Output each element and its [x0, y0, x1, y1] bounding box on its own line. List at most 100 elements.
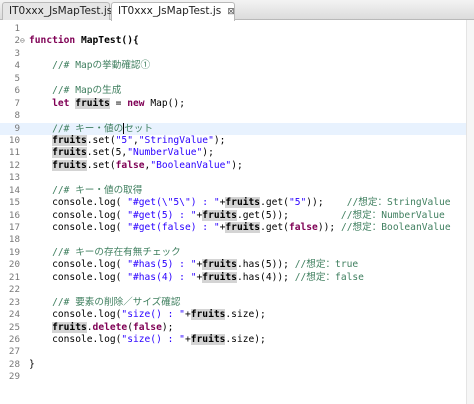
line-number: 12 [8, 159, 20, 171]
code-token: false [288, 222, 318, 233]
occurrence-highlight: fruits [52, 134, 87, 146]
code-token: "size() : " [121, 309, 185, 321]
code-line[interactable]: 9 //# キー・値のセット [0, 122, 474, 136]
code-token: //# キー・値の取得 [29, 184, 143, 196]
line-number: 15 [8, 197, 20, 209]
line-number: 22 [8, 284, 20, 296]
fold-toggle-icon[interactable]: ⊖ [20, 35, 26, 47]
line-number: 2 [14, 35, 20, 47]
code-token: ); [161, 321, 174, 333]
code-text: console.log( "#get(\"5\") : "+fruits.get… [29, 197, 451, 209]
code-token: "5" [115, 134, 133, 146]
line-number: 14 [8, 184, 20, 196]
code-line[interactable]: 5 [0, 73, 474, 85]
line-number: 7 [14, 97, 20, 109]
code-token: "NumberValue" [127, 147, 203, 159]
code-line[interactable]: 23 //# 要素の削除／サイズ確認 [0, 297, 474, 309]
code-token: "#has(5) : " [127, 259, 197, 271]
code-line[interactable]: 25 fruits.delete(false); [0, 321, 474, 334]
code-line[interactable]: 3 [0, 48, 474, 60]
code-token: .has(5)); [236, 259, 295, 271]
code-text: console.log( "#has(5) : "+fruits.has(5))… [29, 259, 358, 271]
code-token: console.log( [29, 222, 128, 233]
code-token: //# 要素の削除／サイズ確認 [29, 296, 181, 308]
code-token: } [29, 358, 35, 370]
code-line[interactable]: 13 [0, 172, 474, 184]
tab-js-file[interactable]: IT0xxx_JsMapTest.js ⊠ [111, 2, 235, 21]
line-number: 21 [8, 271, 20, 283]
code-line[interactable]: 27 [0, 346, 474, 358]
code-line[interactable]: 11 fruits.set(5,"NumberValue"); [0, 147, 474, 159]
code-text: fruits.set("5","StringValue"); [29, 134, 225, 147]
code-line[interactable]: 14 //# キー・値の取得 [0, 185, 474, 197]
code-line[interactable]: 18 [0, 234, 474, 246]
code-text: fruits.set(false,"BooleanValue"); [29, 159, 243, 172]
code-token: console.log( [29, 333, 122, 345]
code-token: //想定：BooleanValue [340, 222, 451, 233]
code-line[interactable]: 16 console.log( "#get(5) : "+fruits.get(… [0, 209, 474, 222]
code-line[interactable]: 28} [0, 359, 474, 371]
code-line[interactable]: 15 console.log( "#get(\"5\") : "+fruits.… [0, 197, 474, 209]
code-token: new [127, 97, 151, 109]
code-editor[interactable]: 1 2 ⊖ function MapTest(){3 4 //# Mapの挙動確認① 5 6… [0, 20, 474, 404]
tab-jsp-file[interactable]: IT0xxx_JsMapTest.jsp [2, 2, 119, 20]
code-line[interactable]: 7 let fruits = new Map(); [0, 97, 474, 110]
code-token: .set( [86, 159, 116, 171]
occurrence-highlight: fruits [202, 209, 237, 221]
code-text: //# Mapの挙動確認① [29, 60, 150, 72]
occurrence-highlight: fruits [75, 97, 110, 109]
code-token: = [109, 97, 128, 109]
code-token: ); [202, 147, 214, 159]
code-token: .size); [225, 333, 266, 345]
close-icon[interactable]: ⊠ [227, 7, 235, 17]
code-line[interactable]: 8 [0, 110, 474, 122]
line-number: 23 [8, 296, 20, 308]
line-number: 28 [8, 358, 20, 370]
code-lines: 1 2 ⊖ function MapTest(){3 4 //# Mapの挙動確認① 5 6… [0, 23, 474, 384]
code-token: console.log( [29, 209, 128, 221]
code-token: //# キー・値の [29, 123, 124, 134]
code-token: "BooleanValue" [150, 159, 232, 171]
tab-label: IT0xxx_JsMapTest.js [118, 5, 222, 17]
editor-tab-bar: IT0xxx_JsMapTest.jsp IT0xxx_JsMapTest.js… [0, 0, 474, 21]
code-line[interactable]: 4 //# Mapの挙動確認① [0, 60, 474, 72]
code-token: )); [306, 197, 347, 209]
code-text: console.log( "#get(false) : "+fruits.get… [29, 222, 451, 234]
code-token: Map(); [150, 97, 185, 109]
code-text: //# キー・値のセット [29, 122, 153, 136]
line-number: 29 [8, 371, 20, 383]
code-token: let [52, 97, 76, 109]
code-line[interactable]: 22 [0, 284, 474, 296]
code-token: )); [317, 222, 341, 233]
code-line[interactable]: 19 //# キーの存在有無チェック [0, 247, 474, 259]
code-token: .size); [225, 309, 266, 321]
code-token: console.log( [29, 271, 128, 283]
code-text: let fruits = new Map(); [29, 97, 185, 110]
code-text: //# 要素の削除／サイズ確認 [29, 297, 180, 309]
code-text: console.log("size() : "+fruits.size); [29, 309, 266, 321]
code-line[interactable]: 17 console.log( "#get(false) : "+fruits.… [0, 222, 474, 234]
line-number: 17 [8, 222, 20, 233]
code-line[interactable]: 20 console.log( "#has(5) : "+fruits.has(… [0, 259, 474, 271]
code-token: "#get(\"5\") : " [127, 197, 220, 209]
code-line[interactable]: 2 ⊖ function MapTest(){ [0, 35, 474, 47]
code-token: .has(4)); [236, 271, 295, 283]
code-line[interactable]: 12 fruits.set(false,"BooleanValue"); [0, 159, 474, 172]
code-line[interactable]: 1 [0, 23, 474, 35]
occurrence-highlight: fruits [52, 147, 87, 159]
code-token: .set(5, [86, 147, 128, 159]
code-token: "5" [288, 197, 307, 209]
code-line[interactable]: 26 console.log("size() : "+fruits.size); [0, 333, 474, 346]
code-line[interactable]: 21 console.log( "#has(4) : "+fruits.has(… [0, 271, 474, 284]
code-token: .set( [86, 134, 116, 146]
vertical-scrollbar[interactable] [466, 20, 474, 404]
code-text: //# キーの存在有無チェック [29, 247, 181, 259]
code-token: //# キーの存在有無チェック [29, 246, 181, 258]
code-line[interactable]: 29 [0, 371, 474, 383]
code-line[interactable]: 6 //# Mapの生成 [0, 85, 474, 97]
code-token: false [132, 321, 162, 333]
code-line[interactable]: 24 console.log("size() : "+fruits.size); [0, 309, 474, 321]
code-line[interactable]: 10 fruits.set("5","StringValue"); [0, 134, 474, 147]
code-text: fruits.set(5,"NumberValue"); [29, 147, 214, 159]
